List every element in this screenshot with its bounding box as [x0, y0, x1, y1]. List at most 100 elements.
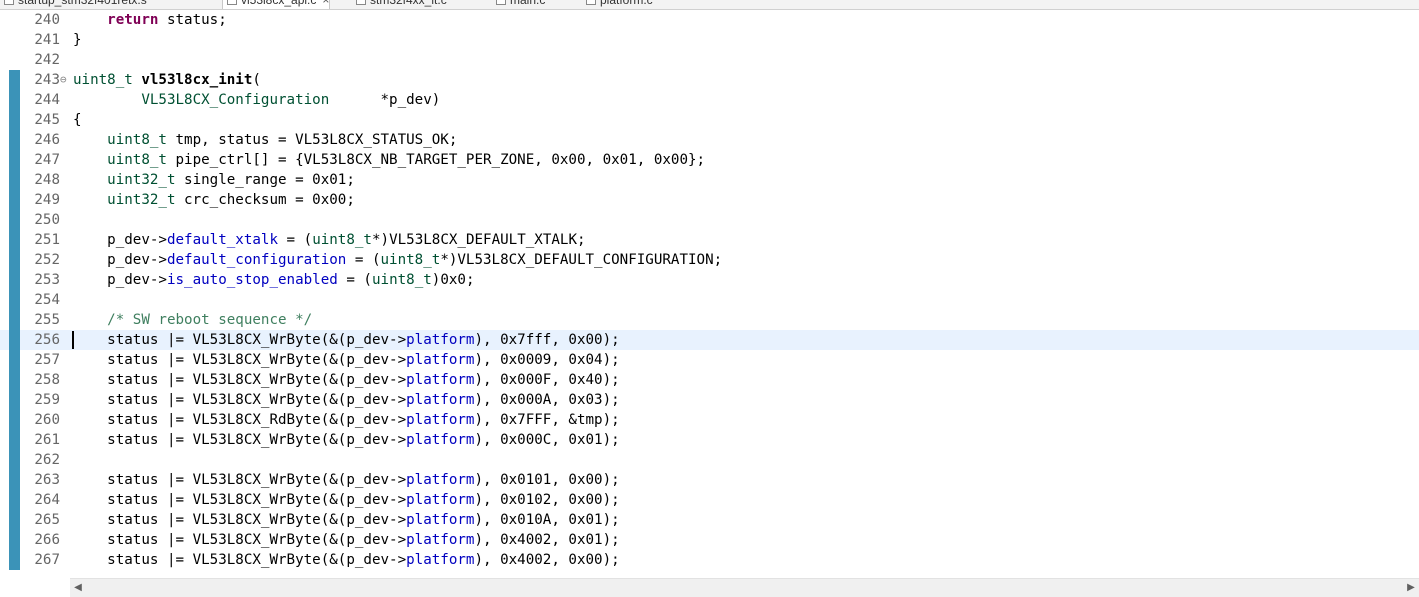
code-token: status |= VL53L8CX_RdByte(&(p_dev->	[73, 412, 407, 428]
code-editor[interactable]: 240 return status; 241} 242 243 ⊖ uint8_t vl5…	[0, 10, 1419, 578]
code-line[interactable]: 254	[0, 290, 1419, 310]
code-text: p_dev->default_xtalk = (uint8_t*)VL53L8C…	[73, 230, 586, 250]
code-token: *)VL53L8CX_DEFAULT_CONFIGURATION;	[440, 252, 723, 268]
code-line[interactable]: 249 uint32_t crc_checksum = 0x00;	[0, 190, 1419, 210]
code-token: platform	[406, 332, 475, 348]
code-token: *p_dev)	[329, 92, 441, 108]
code-text: status |= VL53L8CX_RdByte(&(p_dev->platf…	[73, 410, 620, 430]
code-token: status |= VL53L8CX_WrByte(&(p_dev->	[73, 552, 407, 568]
code-line[interactable]: 256 status |= VL53L8CX_WrByte(&(p_dev->p…	[0, 330, 1419, 350]
code-token: ), 0x0101, 0x00);	[474, 472, 620, 488]
line-number: 262	[34, 452, 60, 468]
code-token: tmp, status = VL53L8CX_STATUS_OK;	[166, 132, 458, 148]
code-line[interactable]: 251 p_dev->default_xtalk = (uint8_t*)VL5…	[0, 230, 1419, 250]
code-line[interactable]: 257 status |= VL53L8CX_WrByte(&(p_dev->p…	[0, 350, 1419, 370]
code-line[interactable]: 247 uint8_t pipe_ctrl[] = {VL53L8CX_NB_T…	[0, 150, 1419, 170]
line-number: 255	[34, 312, 60, 328]
code-token: p_dev->	[73, 232, 167, 248]
code-token: status |= VL53L8CX_WrByte(&(p_dev->	[73, 432, 407, 448]
code-token: platform	[406, 352, 475, 368]
code-line[interactable]: 259 status |= VL53L8CX_WrByte(&(p_dev->p…	[0, 390, 1419, 410]
tab-startup-stm32f401retx-s[interactable]: startup_stm32f401retx.s	[0, 0, 147, 9]
line-number: 261	[34, 432, 60, 448]
code-line[interactable]: 241}	[0, 30, 1419, 50]
code-token: ), 0x000C, 0x01);	[474, 432, 620, 448]
code-text: uint32_t single_range = 0x01;	[73, 170, 355, 190]
code-text: return status;	[73, 10, 227, 30]
code-token: status |= VL53L8CX_WrByte(&(p_dev->	[73, 472, 407, 488]
code-line[interactable]: 267 status |= VL53L8CX_WrByte(&(p_dev->p…	[0, 550, 1419, 570]
code-token: platform	[406, 492, 475, 508]
line-number: 244	[34, 92, 60, 108]
line-number: 259	[34, 392, 60, 408]
code-token: platform	[406, 552, 475, 568]
scroll-right-arrow-icon[interactable]: ▶	[1403, 579, 1419, 597]
close-tab-icon[interactable]: ×	[322, 0, 329, 7]
tab-stm32f4xx-it-c[interactable]: stm32f4xx_it.c	[352, 0, 447, 9]
code-line[interactable]: 264 status |= VL53L8CX_WrByte(&(p_dev->p…	[0, 490, 1419, 510]
file-icon	[496, 0, 506, 5]
code-line[interactable]: 243 ⊖ uint8_t vl53l8cx_init(	[0, 70, 1419, 90]
code-token: ), 0x4002, 0x00);	[474, 552, 620, 568]
code-token: status |= VL53L8CX_WrByte(&(p_dev->	[73, 392, 407, 408]
code-token: )0x0;	[431, 272, 475, 288]
code-line[interactable]: 244 VL53L8CX_Configuration *p_dev)	[0, 90, 1419, 110]
code-line[interactable]: 253 p_dev->is_auto_stop_enabled = (uint8…	[0, 270, 1419, 290]
code-token: *)VL53L8CX_DEFAULT_XTALK;	[371, 232, 586, 248]
code-line[interactable]: 245 {	[0, 110, 1419, 130]
fold-toggle-icon[interactable]: ⊖	[60, 70, 69, 90]
code-token: default_xtalk	[166, 232, 279, 248]
code-line[interactable]: 258 status |= VL53L8CX_WrByte(&(p_dev->p…	[0, 370, 1419, 390]
code-token: crc_checksum = 0x00;	[175, 192, 355, 208]
code-text: status |= VL53L8CX_WrByte(&(p_dev->platf…	[73, 530, 620, 550]
change-marker	[9, 510, 20, 530]
change-marker	[9, 270, 20, 290]
change-marker	[9, 330, 20, 350]
code-line[interactable]: 240 return status;	[0, 10, 1419, 30]
code-token: }	[73, 32, 82, 48]
change-marker	[9, 530, 20, 550]
code-text: status |= VL53L8CX_WrByte(&(p_dev->platf…	[73, 490, 620, 510]
horizontal-scrollbar[interactable]: ◀ ▶	[70, 578, 1419, 597]
text-cursor	[72, 331, 74, 349]
tab-vl53l8cx-api-c[interactable]: vl53l8cx_api.c ×	[222, 0, 331, 9]
change-marker	[9, 310, 20, 330]
line-number: 257	[34, 352, 60, 368]
code-line[interactable]: 261 status |= VL53L8CX_WrByte(&(p_dev->p…	[0, 430, 1419, 450]
line-number: 245	[34, 112, 60, 128]
change-marker	[9, 150, 20, 170]
code-line[interactable]: 263 status |= VL53L8CX_WrByte(&(p_dev->p…	[0, 470, 1419, 490]
code-token: uint8_t	[380, 252, 441, 268]
code-line[interactable]: 255 /* SW reboot sequence */	[0, 310, 1419, 330]
change-marker	[9, 550, 20, 570]
code-line[interactable]: 266 status |= VL53L8CX_WrByte(&(p_dev->p…	[0, 530, 1419, 550]
code-line[interactable]: 260 status |= VL53L8CX_RdByte(&(p_dev->p…	[0, 410, 1419, 430]
code-token: ), 0x0102, 0x00);	[474, 492, 620, 508]
code-token: status |= VL53L8CX_WrByte(&(p_dev->	[73, 532, 407, 548]
change-marker	[9, 170, 20, 190]
code-line[interactable]: 248 uint32_t single_range = 0x01;	[0, 170, 1419, 190]
code-line[interactable]: 250	[0, 210, 1419, 230]
code-line[interactable]: 242	[0, 50, 1419, 70]
tab-platform-c[interactable]: platform.c	[582, 0, 653, 9]
change-marker	[9, 130, 20, 150]
code-line[interactable]: 252 p_dev->default_configuration = (uint…	[0, 250, 1419, 270]
code-token: ), 0x7fff, 0x00);	[474, 332, 620, 348]
scroll-left-arrow-icon[interactable]: ◀	[70, 579, 86, 597]
code-token: = (	[278, 232, 313, 248]
change-marker	[9, 450, 20, 470]
code-text: }	[73, 30, 82, 50]
code-token: default_configuration	[166, 252, 347, 268]
code-line[interactable]: 246 uint8_t tmp, status = VL53L8CX_STATU…	[0, 130, 1419, 150]
change-marker	[9, 410, 20, 430]
code-token: /* SW reboot sequence */	[107, 312, 313, 328]
tab-label: stm32f4xx_it.c	[370, 0, 447, 7]
code-line[interactable]: 265 status |= VL53L8CX_WrByte(&(p_dev->p…	[0, 510, 1419, 530]
code-token: uint8_t	[73, 72, 133, 88]
tab-main-c[interactable]: main.c	[492, 0, 545, 9]
line-number: 248	[34, 172, 60, 188]
code-line[interactable]: 262	[0, 450, 1419, 470]
